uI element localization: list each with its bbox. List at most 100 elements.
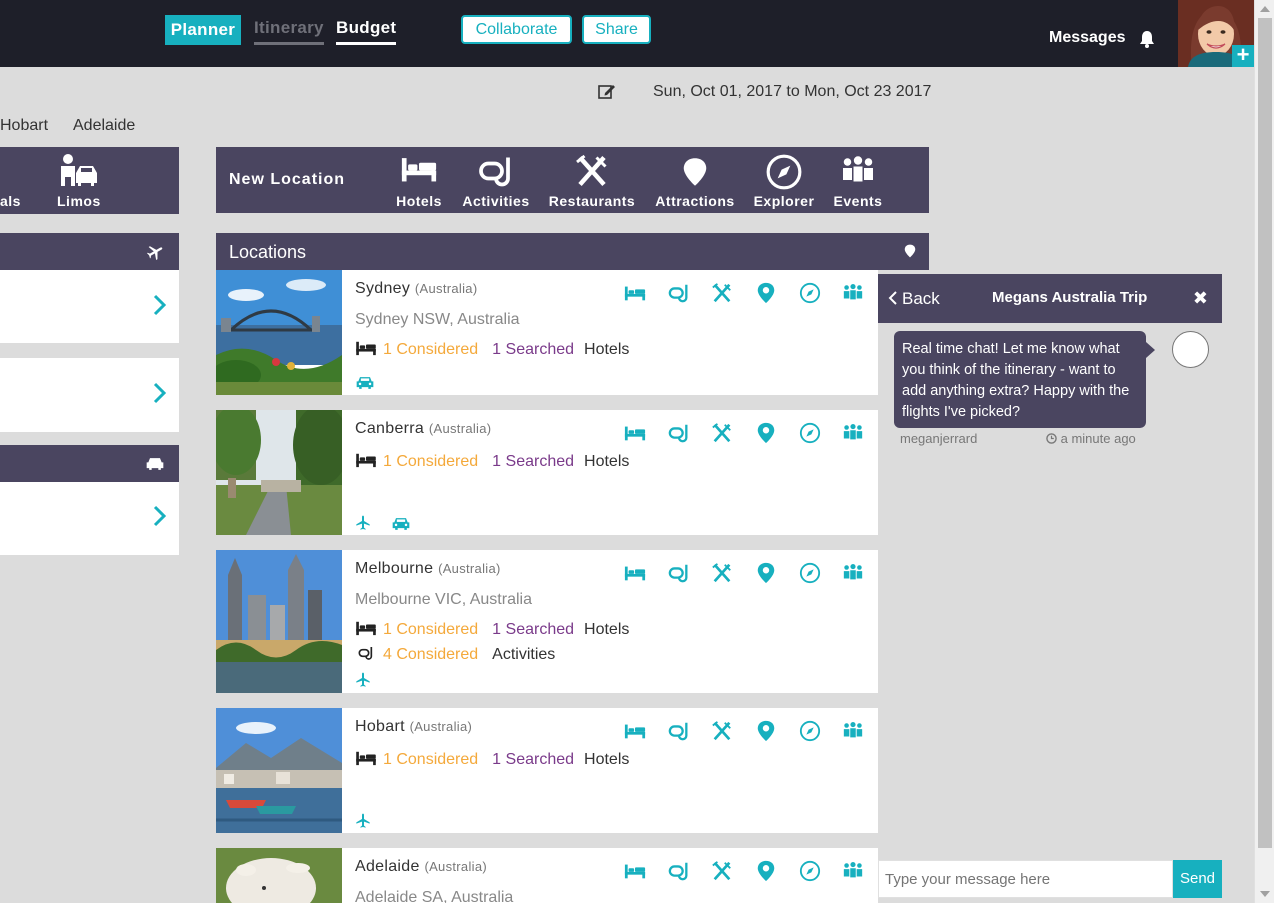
fork-knife-icon[interactable] — [711, 562, 733, 584]
tab-planner[interactable]: Planner — [165, 15, 241, 45]
considered-count[interactable]: 1 Considered — [383, 621, 478, 638]
map-pin-icon[interactable] — [755, 422, 777, 444]
location-card-hobart[interactable]: Hobart (Australia) 1 Considered 1 Searche… — [216, 708, 878, 833]
searched-count[interactable]: 1 Searched — [492, 621, 574, 638]
flight-card[interactable] — [0, 358, 179, 432]
bed-icon[interactable] — [624, 562, 646, 584]
bed-icon[interactable] — [624, 860, 646, 882]
people-icon[interactable] — [842, 422, 864, 444]
stat-row-hotels: 1 Considered 1 Searched Hotels — [355, 340, 629, 359]
location-card-canberra[interactable]: Canberra (Australia) 1 Considered 1 Searc… — [216, 410, 878, 535]
car-icon[interactable] — [355, 376, 375, 390]
considered-count[interactable]: 1 Considered — [383, 341, 478, 358]
bed-icon[interactable] — [624, 422, 646, 444]
category-restaurants[interactable]: Restaurants — [549, 147, 635, 213]
limo-icon[interactable] — [58, 153, 98, 191]
flight-card[interactable] — [0, 270, 179, 343]
searched-count[interactable]: 1 Searched — [492, 341, 574, 358]
map-pin-icon[interactable] — [755, 282, 777, 304]
location-city: Melbourne (Australia) — [355, 560, 501, 577]
searched-count[interactable]: 1 Searched — [492, 751, 574, 768]
share-button[interactable]: Share — [582, 15, 651, 44]
category-label: Hotels — [396, 193, 442, 209]
snorkel-icon[interactable] — [668, 562, 690, 584]
searched-count[interactable]: 1 Searched — [492, 453, 574, 470]
city-tab-hobart[interactable]: Hobart — [0, 117, 48, 135]
scroll-down-arrow[interactable] — [1260, 891, 1270, 897]
location-card-sydney[interactable]: Sydney (Australia) Sydney NSW, Australia… — [216, 270, 878, 395]
car-icon[interactable] — [391, 517, 411, 531]
add-avatar-button[interactable]: + — [1232, 44, 1254, 67]
chat-send-button[interactable]: Send — [1173, 860, 1222, 898]
location-category-icons — [624, 422, 874, 444]
fork-knife-icon[interactable] — [711, 422, 733, 444]
chat-message-input[interactable] — [878, 860, 1173, 898]
plane-icon[interactable] — [355, 812, 371, 830]
map-pin-icon[interactable] — [755, 562, 777, 584]
page-scrollbar[interactable] — [1254, 0, 1274, 903]
snorkel-icon[interactable] — [668, 422, 690, 444]
compass-icon[interactable] — [799, 860, 821, 882]
considered-count[interactable]: 4 Considered — [383, 646, 478, 663]
considered-count[interactable]: 1 Considered — [383, 453, 478, 470]
fork-knife-icon[interactable] — [711, 720, 733, 742]
bed-icon — [355, 340, 377, 356]
bell-icon[interactable] — [1138, 30, 1156, 48]
tab-itinerary[interactable]: Itinerary — [254, 15, 324, 45]
edit-dates-icon[interactable] — [598, 83, 616, 99]
city-tab-adelaide[interactable]: Adelaide — [73, 117, 135, 135]
compass-icon[interactable] — [799, 562, 821, 584]
map-pin-icon[interactable] — [755, 720, 777, 742]
user-avatar[interactable]: + — [1178, 0, 1254, 67]
bed-icon[interactable] — [624, 720, 646, 742]
car-card[interactable] — [0, 482, 179, 555]
bed-icon[interactable] — [624, 282, 646, 304]
chevron-right-icon[interactable] — [153, 505, 167, 527]
category-attractions[interactable]: Attractions — [654, 147, 736, 213]
considered-count[interactable]: 1 Considered — [383, 751, 478, 768]
category-label-partial[interactable]: als — [0, 193, 21, 209]
map-pin-icon[interactable] — [755, 860, 777, 882]
chat-back-button[interactable]: Back — [888, 289, 940, 309]
category-label-limos[interactable]: Limos — [57, 193, 101, 209]
snorkel-icon[interactable] — [668, 282, 690, 304]
collaborate-button[interactable]: Collaborate — [461, 15, 572, 44]
location-category-icons — [624, 562, 874, 584]
category-hotels[interactable]: Hotels — [394, 147, 444, 213]
snorkel-icon[interactable] — [668, 860, 690, 882]
compass-icon[interactable] — [799, 422, 821, 444]
chevron-right-icon[interactable] — [153, 294, 167, 316]
plane-icon[interactable] — [355, 671, 371, 689]
messages-link[interactable]: Messages — [1049, 29, 1126, 47]
scroll-thumb[interactable] — [1258, 18, 1272, 848]
category-activities[interactable]: Activities — [460, 147, 532, 213]
category-label: Explorer — [753, 193, 815, 209]
stat-type: Activities — [492, 646, 556, 663]
fork-knife-icon[interactable] — [711, 860, 733, 882]
location-card-melbourne[interactable]: Melbourne (Australia) Melbourne VIC, Aus… — [216, 550, 878, 693]
locations-header: Locations — [216, 233, 929, 270]
tab-budget[interactable]: Budget — [336, 15, 397, 45]
bed-icon — [355, 620, 377, 636]
category-events[interactable]: Events — [830, 147, 886, 213]
close-icon[interactable]: ✖ — [1193, 288, 1208, 309]
fork-knife-icon[interactable] — [711, 282, 733, 304]
location-card-adelaide[interactable]: Adelaide (Australia) Adelaide SA, Austra… — [216, 848, 878, 903]
compass-icon[interactable] — [799, 720, 821, 742]
chat-title: Megans Australia Trip — [992, 289, 1148, 306]
compass-icon[interactable] — [799, 282, 821, 304]
left-category-bar: als Limos — [0, 147, 179, 214]
location-city: Sydney (Australia) — [355, 280, 478, 297]
people-icon[interactable] — [842, 282, 864, 304]
people-icon[interactable] — [842, 860, 864, 882]
plane-icon[interactable] — [355, 514, 371, 532]
map-pin-icon[interactable] — [903, 243, 917, 259]
bed-icon — [355, 452, 377, 468]
scroll-up-arrow[interactable] — [1260, 6, 1270, 12]
chevron-right-icon[interactable] — [153, 382, 167, 404]
people-icon[interactable] — [842, 720, 864, 742]
location-address: Adelaide SA, Australia — [355, 889, 514, 903]
snorkel-icon[interactable] — [668, 720, 690, 742]
category-explorer[interactable]: Explorer — [753, 147, 815, 213]
people-icon[interactable] — [842, 562, 864, 584]
